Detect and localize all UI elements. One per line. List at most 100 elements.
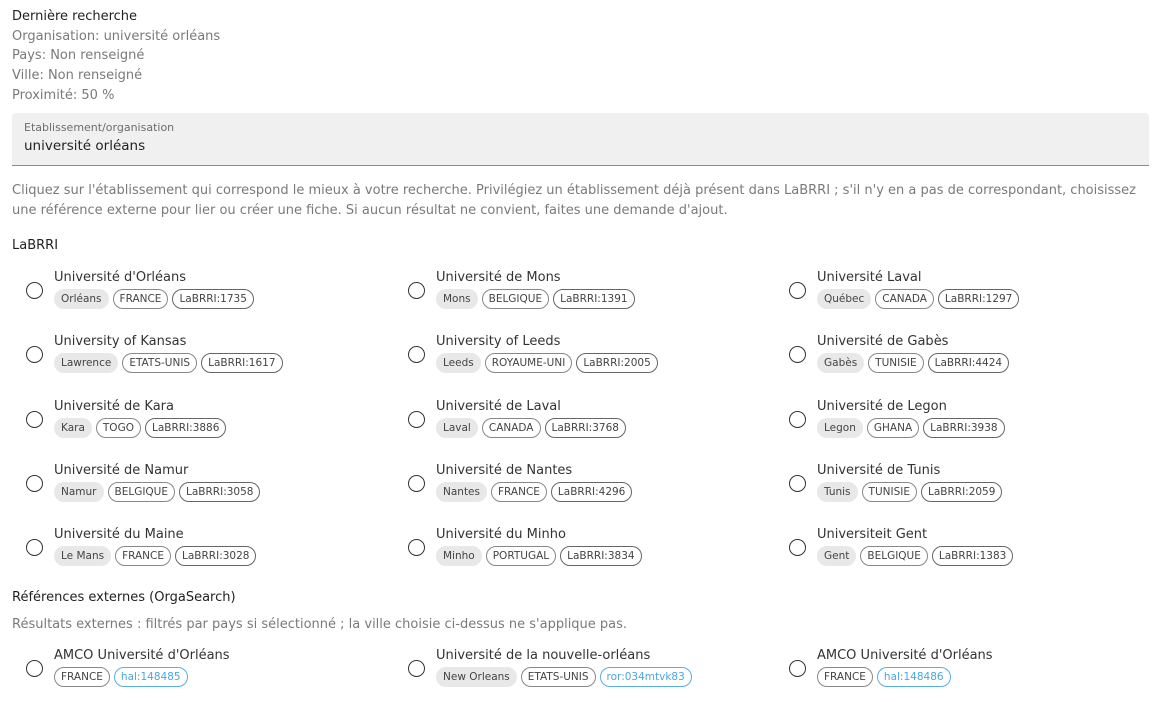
reference-chip: hal:148486 bbox=[876, 667, 951, 687]
reference-chip: LaBRRI:4296 bbox=[550, 482, 633, 502]
city-chip: Kara bbox=[54, 418, 92, 438]
last-search-ville: Ville: Non renseigné bbox=[12, 68, 143, 84]
reference-chip: LaBRRI:3768 bbox=[544, 418, 626, 438]
labrri-section-title: LaBRRI bbox=[12, 238, 59, 253]
radio-button[interactable] bbox=[26, 411, 43, 428]
external-section-title: Références externes (OrgaSearch) bbox=[12, 590, 236, 605]
country-chip: ETATS-UNIS bbox=[122, 353, 198, 373]
external-option[interactable]: AMCO Université d'Orléans FRANCE hal:14848… bbox=[26, 648, 386, 688]
city-chip: Le Mans bbox=[54, 546, 112, 566]
radio-button[interactable] bbox=[408, 660, 425, 677]
option-name: Université de Nantes bbox=[436, 463, 573, 478]
city-chip: Québec bbox=[817, 289, 872, 309]
country-chip: TOGO bbox=[95, 418, 141, 438]
country-chip: PORTUGAL bbox=[485, 546, 557, 566]
radio-button[interactable] bbox=[789, 411, 806, 428]
labrri-option[interactable]: Université de Mons Mons BELGIQUE LaBRRI:139… bbox=[408, 270, 768, 310]
labrri-option[interactable]: Université de Namur Namur BELGIQUE LaBRRI:3… bbox=[26, 463, 386, 503]
option-tags: Kara TOGO LaBRRI:3886 bbox=[54, 418, 227, 438]
radio-button[interactable] bbox=[408, 475, 425, 492]
labrri-option[interactable]: Université de Tunis Tunis TUNISIE LaBRRI:20… bbox=[789, 463, 1149, 503]
city-chip: New Orleans bbox=[436, 667, 517, 687]
country-chip: FRANCE bbox=[115, 546, 172, 566]
reference-chip: hal:148485 bbox=[113, 667, 188, 687]
labrri-option[interactable]: Université de Nantes Nantes FRANCE LaBRRI:4… bbox=[408, 463, 768, 503]
option-name: University of Kansas bbox=[54, 334, 187, 349]
country-chip: BELGIQUE bbox=[107, 482, 176, 502]
labrri-option[interactable]: Université du Minho Minho PORTUGAL LaBRRI:3… bbox=[408, 527, 768, 567]
radio-button[interactable] bbox=[408, 346, 425, 363]
country-chip: BELGIQUE bbox=[481, 289, 550, 309]
option-tags: Leeds ROYAUME-UNI LaBRRI:2005 bbox=[436, 353, 658, 373]
country-chip: ROYAUME-UNI bbox=[484, 353, 573, 373]
city-chip: Gabès bbox=[817, 353, 865, 373]
labrri-option[interactable]: Université de Kara Kara TOGO LaBRRI:3886 bbox=[26, 399, 386, 439]
option-name: Université de la nouvelle-orléans bbox=[436, 648, 651, 663]
option-name: Université Laval bbox=[817, 270, 922, 285]
option-name: Université de Laval bbox=[436, 399, 561, 414]
last-search-title: Dernière recherche bbox=[12, 9, 138, 24]
radio-button[interactable] bbox=[789, 282, 806, 299]
option-name: Universiteit Gent bbox=[817, 527, 928, 542]
organisation-search-input[interactable] bbox=[24, 138, 1124, 154]
labrri-option[interactable]: Université du Maine Le Mans FRANCE LaBRRI:3… bbox=[26, 527, 386, 567]
option-name: University of Leeds bbox=[436, 334, 561, 349]
option-name: Université de Legon bbox=[817, 399, 947, 414]
radio-button[interactable] bbox=[26, 475, 43, 492]
option-tags: Le Mans FRANCE LaBRRI:3028 bbox=[54, 546, 257, 566]
labrri-option[interactable]: University of Leeds Leeds ROYAUME-UNI LaBRR… bbox=[408, 334, 768, 374]
labrri-option[interactable]: Universiteit Gent Gent BELGIQUE LaBRRI:1383 bbox=[789, 527, 1149, 567]
organisation-search-field[interactable]: Etablissement/organisation bbox=[12, 113, 1149, 166]
reference-chip: LaBRRI:3028 bbox=[175, 546, 257, 566]
radio-button[interactable] bbox=[408, 539, 425, 556]
country-chip: CANADA bbox=[875, 289, 934, 309]
option-name: AMCO Université d'Orléans bbox=[817, 648, 993, 663]
country-chip: TUNISIE bbox=[868, 353, 924, 373]
labrri-option[interactable]: Université de Gabès Gabès TUNISIE LaBRRI:44… bbox=[789, 334, 1149, 374]
radio-button[interactable] bbox=[26, 282, 43, 299]
radio-button[interactable] bbox=[408, 282, 425, 299]
reference-chip: LaBRRI:3938 bbox=[923, 418, 1005, 438]
country-chip: FRANCE bbox=[817, 667, 873, 687]
reference-chip: LaBRRI:1383 bbox=[931, 546, 1014, 566]
country-chip: FRANCE bbox=[491, 482, 547, 502]
option-tags: Gabès TUNISIE LaBRRI:4424 bbox=[817, 353, 1010, 373]
city-chip: Tunis bbox=[817, 482, 858, 502]
last-search-organisation: Organisation: université orléans bbox=[12, 28, 221, 44]
organisation-field-label: Etablissement/organisation bbox=[24, 121, 175, 134]
option-tags: Gent BELGIQUE LaBRRI:1383 bbox=[817, 546, 1014, 566]
radio-button[interactable] bbox=[26, 539, 43, 556]
last-search-pays: Pays: Non renseigné bbox=[12, 48, 145, 64]
radio-button[interactable] bbox=[408, 411, 425, 428]
radio-button[interactable] bbox=[789, 539, 806, 556]
radio-button[interactable] bbox=[26, 346, 43, 363]
option-tags: Legon GHANA LaBRRI:3938 bbox=[817, 418, 1005, 438]
labrri-option[interactable]: Université d'Orléans Orléans FRANCE LaBRRI:… bbox=[26, 270, 386, 310]
last-search-summary: Dernière recherche Organisation: univers… bbox=[12, 7, 220, 106]
reference-chip: LaBRRI:3834 bbox=[560, 546, 642, 566]
labrri-option[interactable]: University of Kansas Lawrence ETATS-UNIS La… bbox=[26, 334, 386, 374]
labrri-option[interactable]: Université Laval Québec CANADA LaBRRI:1297 bbox=[789, 270, 1149, 310]
reference-chip: LaBRRI:4424 bbox=[927, 353, 1010, 373]
labrri-option[interactable]: Université de Legon Legon GHANA LaBRRI:3938 bbox=[789, 399, 1149, 439]
option-name: Université de Gabès bbox=[817, 334, 949, 349]
option-tags: FRANCE hal:148486 bbox=[817, 667, 951, 687]
city-chip: Legon bbox=[817, 418, 863, 438]
reference-chip: LaBRRI:2005 bbox=[576, 353, 658, 373]
option-name: Université d'Orléans bbox=[54, 270, 187, 285]
country-chip: TUNISIE bbox=[861, 482, 917, 502]
external-option[interactable]: AMCO Université d'Orléans FRANCE hal:14848… bbox=[789, 648, 1149, 688]
city-chip: Gent bbox=[817, 546, 857, 566]
reference-chip: LaBRRI:3886 bbox=[144, 418, 227, 438]
radio-button[interactable] bbox=[789, 660, 806, 677]
option-name: Université du Minho bbox=[436, 527, 566, 542]
radio-button[interactable] bbox=[789, 346, 806, 363]
city-chip: Nantes bbox=[436, 482, 487, 502]
radio-button[interactable] bbox=[26, 660, 43, 677]
option-tags: New Orleans ETATS-UNIS ror:034mtvk83 bbox=[436, 667, 692, 687]
option-name: Université du Maine bbox=[54, 527, 184, 542]
radio-button[interactable] bbox=[789, 475, 806, 492]
labrri-option[interactable]: Université de Laval Laval CANADA LaBRRI:376… bbox=[408, 399, 768, 439]
option-tags: Namur BELGIQUE LaBRRI:3058 bbox=[54, 482, 261, 502]
external-option[interactable]: Université de la nouvelle-orléans New Orl… bbox=[408, 648, 768, 688]
